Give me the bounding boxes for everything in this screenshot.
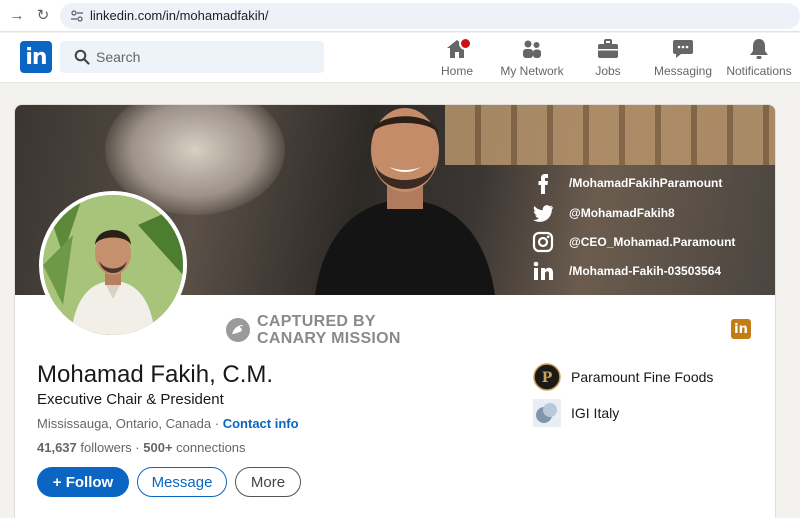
profile-card: /MohamadFakihParamount @MohamadFakih8 @C… <box>14 104 776 518</box>
profile-name: Mohamad Fakih, C.M. <box>37 361 274 388</box>
nav-notifications[interactable]: Notifications <box>726 37 792 81</box>
reload-icon[interactable]: ↻ <box>34 7 52 25</box>
avatar-photo <box>43 195 183 335</box>
notification-dot <box>459 37 472 50</box>
profile-location: Mississauga, Ontario, Canada <box>37 416 212 431</box>
profile-stats: 41,637 followers · 500+ connections <box>37 440 246 455</box>
forward-arrow-icon[interactable]: → <box>8 7 26 25</box>
stats-separator: · <box>131 440 144 455</box>
contact-info-link[interactable]: Contact info <box>223 416 299 431</box>
search-box[interactable] <box>60 41 324 73</box>
facebook-icon <box>538 174 548 194</box>
briefcase-icon <box>598 39 618 58</box>
linkedin-top-nav: in Home My Network Jobs Me <box>0 33 800 83</box>
profile-headline: Executive Chair & President <box>37 391 224 408</box>
followers-count[interactable]: 41,637 <box>37 440 77 455</box>
location-separator: · <box>211 416 223 431</box>
premium-linkedin-badge[interactable]: in <box>731 319 751 339</box>
connections-label[interactable]: connections <box>173 440 245 455</box>
nav-jobs-label: Jobs <box>595 64 621 78</box>
twitter-icon <box>533 205 553 222</box>
chat-bubble-icon <box>673 40 693 58</box>
linkedin-icon <box>533 261 553 280</box>
url-text[interactable]: linkedin.com/in/mohamadfakih/ <box>90 8 268 23</box>
more-button[interactable]: More <box>235 467 301 497</box>
nav-my-network-label: My Network <box>500 64 564 78</box>
svg-text:P: P <box>542 370 553 386</box>
company-igi-name: IGI Italy <box>571 405 620 421</box>
nav-jobs[interactable]: Jobs <box>590 37 626 81</box>
search-input[interactable] <box>96 41 316 73</box>
nav-home-label: Home <box>440 64 473 78</box>
nav-home[interactable]: Home <box>436 37 478 81</box>
paramount-logo: P <box>533 363 561 391</box>
nav-messaging[interactable]: Messaging <box>654 37 712 81</box>
site-settings-icon[interactable] <box>70 9 84 23</box>
social-twitter-text: @MohamadFakih8 <box>569 206 675 220</box>
nav-notifications-label: Notifications <box>726 64 792 78</box>
message-button[interactable]: Message <box>137 467 227 497</box>
watermark-line-2: CANARY MISSION <box>257 330 401 347</box>
social-linkedin-text: /Mohamad-Fakih-03503564 <box>569 264 722 278</box>
people-icon <box>523 40 541 58</box>
social-instagram-text: @CEO_Mohamad.Paramount <box>569 235 736 249</box>
watermark-line-1: CAPTURED BY <box>257 313 376 330</box>
search-icon <box>74 49 90 65</box>
profile-location-line: Mississauga, Ontario, Canada · Contact i… <box>37 416 299 431</box>
address-bar[interactable]: linkedin.com/in/mohamadfakih/ <box>60 3 800 29</box>
banner-person-photo <box>315 108 495 295</box>
connections-count[interactable]: 500+ <box>143 440 172 455</box>
company-paramount-name: Paramount Fine Foods <box>571 369 714 385</box>
social-facebook-text: /MohamadFakihParamount <box>569 176 723 190</box>
browser-bar: → ↻ linkedin.com/in/mohamadfakih/ <box>0 0 800 32</box>
nav-messaging-label: Messaging <box>654 64 713 78</box>
instagram-icon <box>532 231 554 253</box>
followers-label[interactable]: followers <box>77 440 131 455</box>
nav-my-network[interactable]: My Network <box>498 37 566 81</box>
canary-bird-icon <box>226 318 250 342</box>
igi-logo <box>533 399 561 427</box>
linkedin-logo[interactable]: in <box>20 41 52 73</box>
follow-button[interactable]: + Follow <box>37 467 129 497</box>
bell-icon <box>750 39 768 59</box>
profile-avatar[interactable] <box>39 191 187 339</box>
